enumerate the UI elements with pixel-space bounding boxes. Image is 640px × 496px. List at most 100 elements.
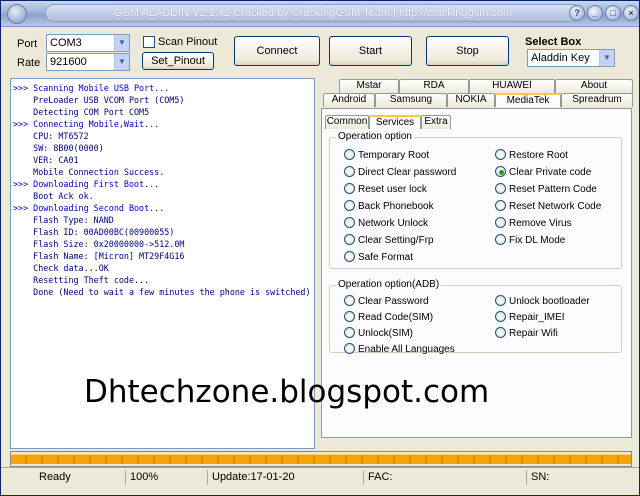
radio-icon[interactable] <box>344 251 355 262</box>
tab-samsung[interactable]: Samsung <box>375 93 447 107</box>
log-line: Flash ID: 00AD00BC(00900055) <box>13 227 175 237</box>
option-reset-user-lock[interactable]: Reset user lock <box>344 183 427 195</box>
option-label: Safe Format <box>358 252 414 263</box>
tab-row-brands: Mstar RDA HUAWEI About <box>323 79 633 93</box>
select-box-label: Select Box <box>525 36 582 48</box>
chevron-down-icon[interactable]: ▼ <box>114 35 129 51</box>
option-safe-format[interactable]: Safe Format <box>344 251 413 263</box>
radio-icon[interactable] <box>344 166 355 177</box>
option-unlock-bootloader[interactable]: Unlock bootloader <box>495 295 590 307</box>
radio-icon[interactable] <box>344 311 355 322</box>
radio-icon[interactable] <box>344 149 355 160</box>
tab-about[interactable]: About <box>555 79 633 93</box>
tab-nokia[interactable]: NOKIA <box>447 93 495 107</box>
radio-icon[interactable] <box>495 234 506 245</box>
scan-pinout-label: Scan Pinout <box>158 36 218 48</box>
subtab-extra[interactable]: Extra <box>421 115 451 129</box>
minimize-button[interactable]: _ <box>587 5 603 21</box>
operation-option-adb-title: Operation option(ADB) <box>336 279 442 290</box>
option-label: Read Code(SIM) <box>358 312 434 323</box>
scan-pinout-checkbox[interactable] <box>143 36 155 48</box>
status-ready: Ready <box>39 471 71 483</box>
radio-icon[interactable] <box>344 234 355 245</box>
chevron-down-icon[interactable]: ▼ <box>599 50 614 66</box>
option-remove-virus[interactable]: Remove Virus <box>495 217 572 229</box>
option-read-code-sim[interactable]: Read Code(SIM) <box>344 311 433 323</box>
log-line: >>> Scanning Mobile USB Port... <box>13 83 170 93</box>
log-line: Flash Size: 0x20000000->512.0M <box>13 239 185 249</box>
tab-android[interactable]: Android <box>323 93 375 107</box>
tab-mstar[interactable]: Mstar <box>339 79 399 93</box>
radio-icon[interactable] <box>495 295 506 306</box>
set-pinout-button[interactable]: Set_Pinout <box>142 52 214 70</box>
option-reset-pattern-code[interactable]: Reset Pattern Code <box>495 183 597 195</box>
radio-icon[interactable] <box>344 327 355 338</box>
select-box-value: Aladdin Key <box>531 52 590 64</box>
radio-icon[interactable] <box>495 327 506 338</box>
log-line: CPU: MT6572 <box>13 131 89 141</box>
option-label: Back Phonebook <box>358 201 434 212</box>
option-direct-clear-password[interactable]: Direct Clear password <box>344 166 456 178</box>
radio-icon[interactable] <box>495 311 506 322</box>
radio-icon[interactable] <box>344 217 355 228</box>
port-select[interactable]: COM3 ▼ <box>46 34 130 52</box>
subtab-common[interactable]: Common <box>325 115 369 129</box>
option-unlock-sim[interactable]: Unlock(SIM) <box>344 327 413 339</box>
option-label: Fix DL Mode <box>509 235 566 246</box>
log-line: PreLoader USB VCOM Port (COM5) <box>13 95 185 105</box>
option-repair-imei[interactable]: Repair_IMEI <box>495 311 565 323</box>
log-line: Check data...OK <box>13 263 109 273</box>
radio-icon[interactable] <box>495 200 506 211</box>
start-button[interactable]: Start <box>329 36 412 66</box>
radio-icon[interactable] <box>344 343 355 354</box>
rate-label: Rate <box>17 57 41 69</box>
close-button[interactable]: × <box>623 5 639 21</box>
option-label: Unlock bootloader <box>509 296 590 307</box>
option-temporary-root[interactable]: Temporary Root <box>344 149 429 161</box>
operation-option-title: Operation option <box>336 131 414 142</box>
stop-button[interactable]: Stop <box>426 36 509 66</box>
log-line: >>> Downloading First Boot... <box>13 179 160 189</box>
tab-huawei[interactable]: HUAWEI <box>469 79 555 93</box>
option-label: Repair Wifi <box>509 328 558 339</box>
help-button[interactable]: ? <box>569 5 585 21</box>
radio-icon[interactable] <box>344 295 355 306</box>
option-label: Reset Pattern Code <box>509 184 597 195</box>
option-fix-dl-mode[interactable]: Fix DL Mode <box>495 234 565 246</box>
maximize-button[interactable]: □ <box>605 5 621 21</box>
subtab-row: Common Services Extra <box>325 115 465 129</box>
connect-button[interactable]: Connect <box>234 36 320 66</box>
rate-select[interactable]: 921600 ▼ <box>46 53 130 71</box>
option-label: Reset Network Code <box>509 201 602 212</box>
option-clear-password[interactable]: Clear Password <box>344 295 429 307</box>
radio-icon[interactable] <box>344 200 355 211</box>
option-clear-setting-frp[interactable]: Clear Setting/Frp <box>344 234 434 246</box>
option-enable-all-languages[interactable]: Enable All Languages <box>344 343 455 355</box>
option-network-unlock[interactable]: Network Unlock <box>344 217 428 229</box>
log-line: Flash Name: [Micron] MT29F4G16 <box>13 251 185 261</box>
radio-icon[interactable] <box>344 183 355 194</box>
app-window: GSM ALADDIN V2.1.42 Cracked by CrackingG… <box>0 0 640 496</box>
watermark-text: Dhtechzone.blogspot.com <box>84 374 490 410</box>
log-line: Resetting Theft code... <box>13 275 150 285</box>
radio-icon[interactable] <box>495 183 506 194</box>
option-clear-private-code[interactable]: Clear Private code <box>495 166 591 178</box>
log-line: >>> Downloading Second Boot... <box>13 203 165 213</box>
option-label: Clear Setting/Frp <box>358 235 434 246</box>
option-reset-network-code[interactable]: Reset Network Code <box>495 200 601 212</box>
option-restore-root[interactable]: Restore Root <box>495 149 568 161</box>
option-back-phonebook[interactable]: Back Phonebook <box>344 200 434 212</box>
status-fac: FAC: <box>363 470 527 485</box>
radio-selected-icon[interactable] <box>495 166 506 177</box>
radio-icon[interactable] <box>495 149 506 160</box>
tab-rda[interactable]: RDA <box>399 79 469 93</box>
tab-spreadrum[interactable]: Spreadrum <box>561 93 633 107</box>
title-bar[interactable]: GSM ALADDIN V2.1.42 Cracked by CrackingG… <box>1 1 639 27</box>
subtab-services[interactable]: Services <box>369 115 421 129</box>
log-line: Mobile Connection Success. <box>13 167 165 177</box>
radio-icon[interactable] <box>495 217 506 228</box>
chevron-down-icon[interactable]: ▼ <box>114 54 129 70</box>
tab-mediatek[interactable]: MediaTek <box>495 93 561 107</box>
select-box-dropdown[interactable]: Aladdin Key ▼ <box>527 49 615 67</box>
option-repair-wifi[interactable]: Repair Wifi <box>495 327 558 339</box>
